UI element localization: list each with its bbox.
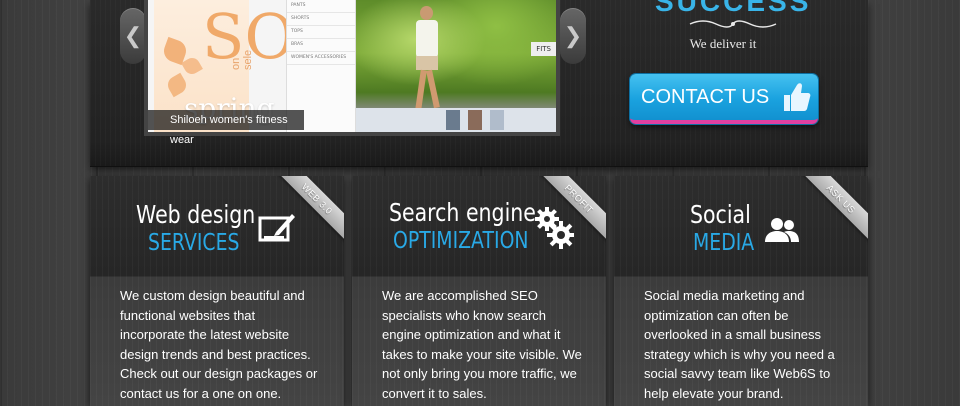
service-description: We are accomplished SEO specialists who … [382, 288, 582, 401]
slide-menu-item: PANTS [287, 0, 355, 13]
thumbs-up-icon [784, 83, 811, 111]
pen-tablet-icon [258, 214, 295, 242]
runner-figure [408, 6, 446, 116]
slide-promo-small: on sele [230, 49, 254, 70]
chevron-left-icon: ❮ [123, 23, 143, 48]
service-card-web-design: WEB 3.0 Web design SERVICES We custom de… [90, 176, 344, 406]
slider-next-arrow[interactable]: ❯ [560, 8, 586, 64]
slider-prev-arrow[interactable]: ❮ [120, 8, 146, 64]
slide-caption: Shiloeh women's fitness wear [148, 110, 304, 146]
contact-us-label: CONTACT US [641, 85, 770, 108]
gears-icon [535, 207, 574, 249]
slide-menu-item: TOPS [287, 26, 355, 39]
service-subtitle: MEDIA [693, 230, 755, 256]
service-subtitle: SERVICES [148, 230, 240, 256]
service-description: We custom design beautiful and functiona… [120, 288, 318, 401]
hero-headline: SUCCESS [655, 0, 812, 17]
slide-fits-label: FITS [531, 42, 556, 56]
service-card-seo: PROFIT Search engine OPTIMIZATION We are… [352, 176, 606, 406]
service-title: Search engine [389, 198, 536, 227]
swirl-ornament-icon [689, 20, 777, 28]
slide-menu-item: WOMEN'S ACCESSORIES [287, 52, 355, 65]
contact-us-button[interactable]: CONTACT US [630, 74, 818, 124]
slide-menu-item: SHORTS [287, 13, 355, 26]
service-description: Social media marketing and optimization … [644, 288, 835, 401]
users-icon [765, 218, 799, 242]
service-title: Web design [136, 200, 256, 229]
service-subtitle: OPTIMIZATION [393, 228, 529, 254]
service-card-social-media: ASK US Social MEDIA Social media marketi… [614, 176, 868, 406]
slide-thumbnails [356, 108, 556, 132]
slide-menu-item: BRAS [287, 39, 355, 52]
hero-tagline: We deliver it [689, 36, 757, 51]
service-title: Social [690, 200, 751, 229]
chevron-right-icon: ❯ [563, 23, 583, 48]
